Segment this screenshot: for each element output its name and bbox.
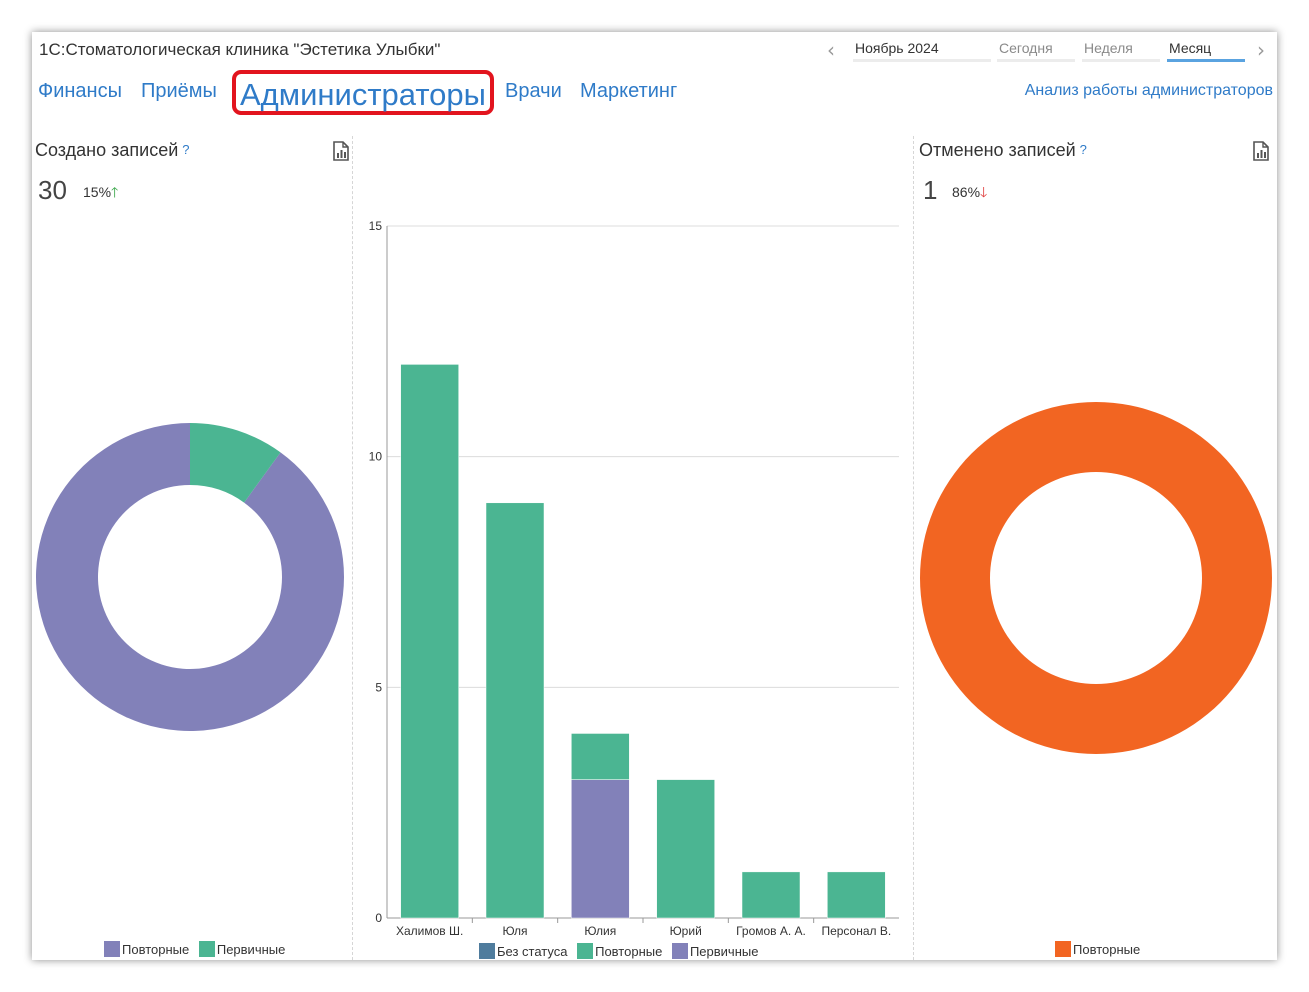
y-tick-label: 10: [369, 450, 383, 464]
x-tick-label: Халимов Ш.: [396, 924, 463, 938]
cancelled-panel-title: Отменено записей?: [919, 140, 1087, 161]
y-tick-label: 15: [369, 219, 383, 233]
tab-finance[interactable]: Финансы: [38, 80, 122, 103]
arrow-down-icon: 🡓: [980, 184, 988, 200]
cancelled-legend: Повторные: [1055, 941, 1146, 957]
tab-marketing[interactable]: Маркетинг: [580, 80, 677, 103]
chevron-left-icon[interactable]: ‹: [827, 38, 835, 62]
created-donut-chart: [35, 423, 345, 731]
legend-item-repeat: Повторные: [104, 941, 190, 957]
cancelled-change: 86%🡓: [952, 182, 987, 206]
app-window: 1С:Стоматологическая клиника "Эстетика У…: [32, 32, 1277, 960]
legend-swatch-bar-primary: [671, 943, 688, 959]
app-title: 1С:Стоматологическая клиника "Эстетика У…: [39, 40, 441, 59]
created-panel-title: Создано записей?: [35, 140, 190, 161]
period-week-button[interactable]: Неделя: [1082, 40, 1160, 62]
created-report-icon[interactable]: [332, 141, 350, 161]
cancelled-report-icon[interactable]: [1252, 141, 1270, 161]
tab-doctors[interactable]: Врачи: [505, 80, 562, 103]
admin-bar-chart: 0 5 10 15 Халимов Ш. Юля Юлия Юрий Громов А. А. П…: [369, 219, 899, 938]
created-legend: Повторные Первичные: [104, 941, 291, 957]
cancelled-title: Отменено записей: [919, 140, 1076, 160]
donut-slice-cancel-repeat[interactable]: [920, 402, 1272, 754]
legend-swatch-primary: [198, 941, 215, 957]
created-count: 30: [38, 175, 67, 205]
legend-label-cancel-repeat: Повторные: [1073, 942, 1141, 957]
bar-segment[interactable]: [656, 779, 715, 919]
legend-item-primary: Первичные: [198, 941, 286, 957]
y-tick-label: 0: [375, 911, 382, 925]
analysis-link[interactable]: Анализ работы администраторов: [1025, 82, 1273, 100]
legend-item-bar-repeat: Повторные: [577, 943, 663, 959]
cancelled-help-icon[interactable]: ?: [1080, 142, 1087, 157]
legend-label-no-status: Без статуса: [497, 944, 568, 959]
period-month-button[interactable]: Месяц: [1167, 40, 1245, 62]
legend-swatch-bar-repeat: [577, 943, 594, 959]
legend-swatch-repeat: [104, 941, 120, 957]
created-change: 15%🡑: [83, 182, 118, 206]
bar-segment[interactable]: [741, 871, 801, 919]
legend-label-bar-primary: Первичные: [689, 944, 759, 959]
chevron-right-icon[interactable]: ›: [1257, 38, 1265, 62]
legend-label-primary: Первичные: [216, 942, 286, 957]
period-month-label[interactable]: Ноябрь 2024: [853, 40, 991, 62]
legend-item-cancel-repeat: Повторные: [1055, 941, 1141, 957]
created-change-value: 15%: [83, 184, 112, 200]
period-today-button[interactable]: Сегодня: [997, 40, 1075, 62]
legend-item-no-status: Без статуса: [479, 943, 568, 959]
cancelled-count: 1: [923, 175, 938, 205]
cancelled-donut-segments: [920, 402, 1272, 754]
period-selector: ‹ Ноябрь 2024 Сегодня Неделя Месяц ›: [827, 38, 1277, 64]
x-tick-label: Персонал В.: [821, 924, 891, 938]
legend-label-repeat: Повторные: [122, 942, 190, 957]
cancelled-change-value: 86%: [952, 184, 981, 200]
created-title: Создано записей: [35, 140, 179, 160]
legend-swatch-cancel-repeat: [1055, 941, 1071, 957]
y-tick-label: 5: [375, 680, 382, 694]
created-help-icon[interactable]: ?: [182, 142, 189, 157]
x-tick-label: Юлия: [584, 924, 616, 938]
x-tick-label: Юрий: [670, 924, 702, 938]
legend-swatch-no-status: [479, 943, 495, 959]
bar-segment[interactable]: [400, 364, 459, 919]
bar-segment[interactable]: [571, 733, 630, 780]
tab-appointments[interactable]: Приёмы: [141, 80, 217, 103]
legend-item-bar-primary: Первичные: [671, 943, 759, 959]
arrow-up-icon: 🡑: [111, 184, 119, 200]
tab-administrators[interactable]: Администраторы: [232, 70, 494, 115]
created-donut-segments: [35, 423, 345, 731]
cancelled-donut-chart: [920, 402, 1272, 754]
bar-legend: Без статуса Повторные Первичные: [479, 943, 764, 959]
bar-segment[interactable]: [571, 779, 630, 919]
x-tick-label: Юля: [502, 924, 527, 938]
x-tick-label: Громов А. А.: [736, 924, 806, 938]
legend-label-bar-repeat: Повторные: [595, 944, 663, 959]
bar-segment[interactable]: [485, 502, 545, 919]
bar-segment[interactable]: [827, 871, 886, 919]
